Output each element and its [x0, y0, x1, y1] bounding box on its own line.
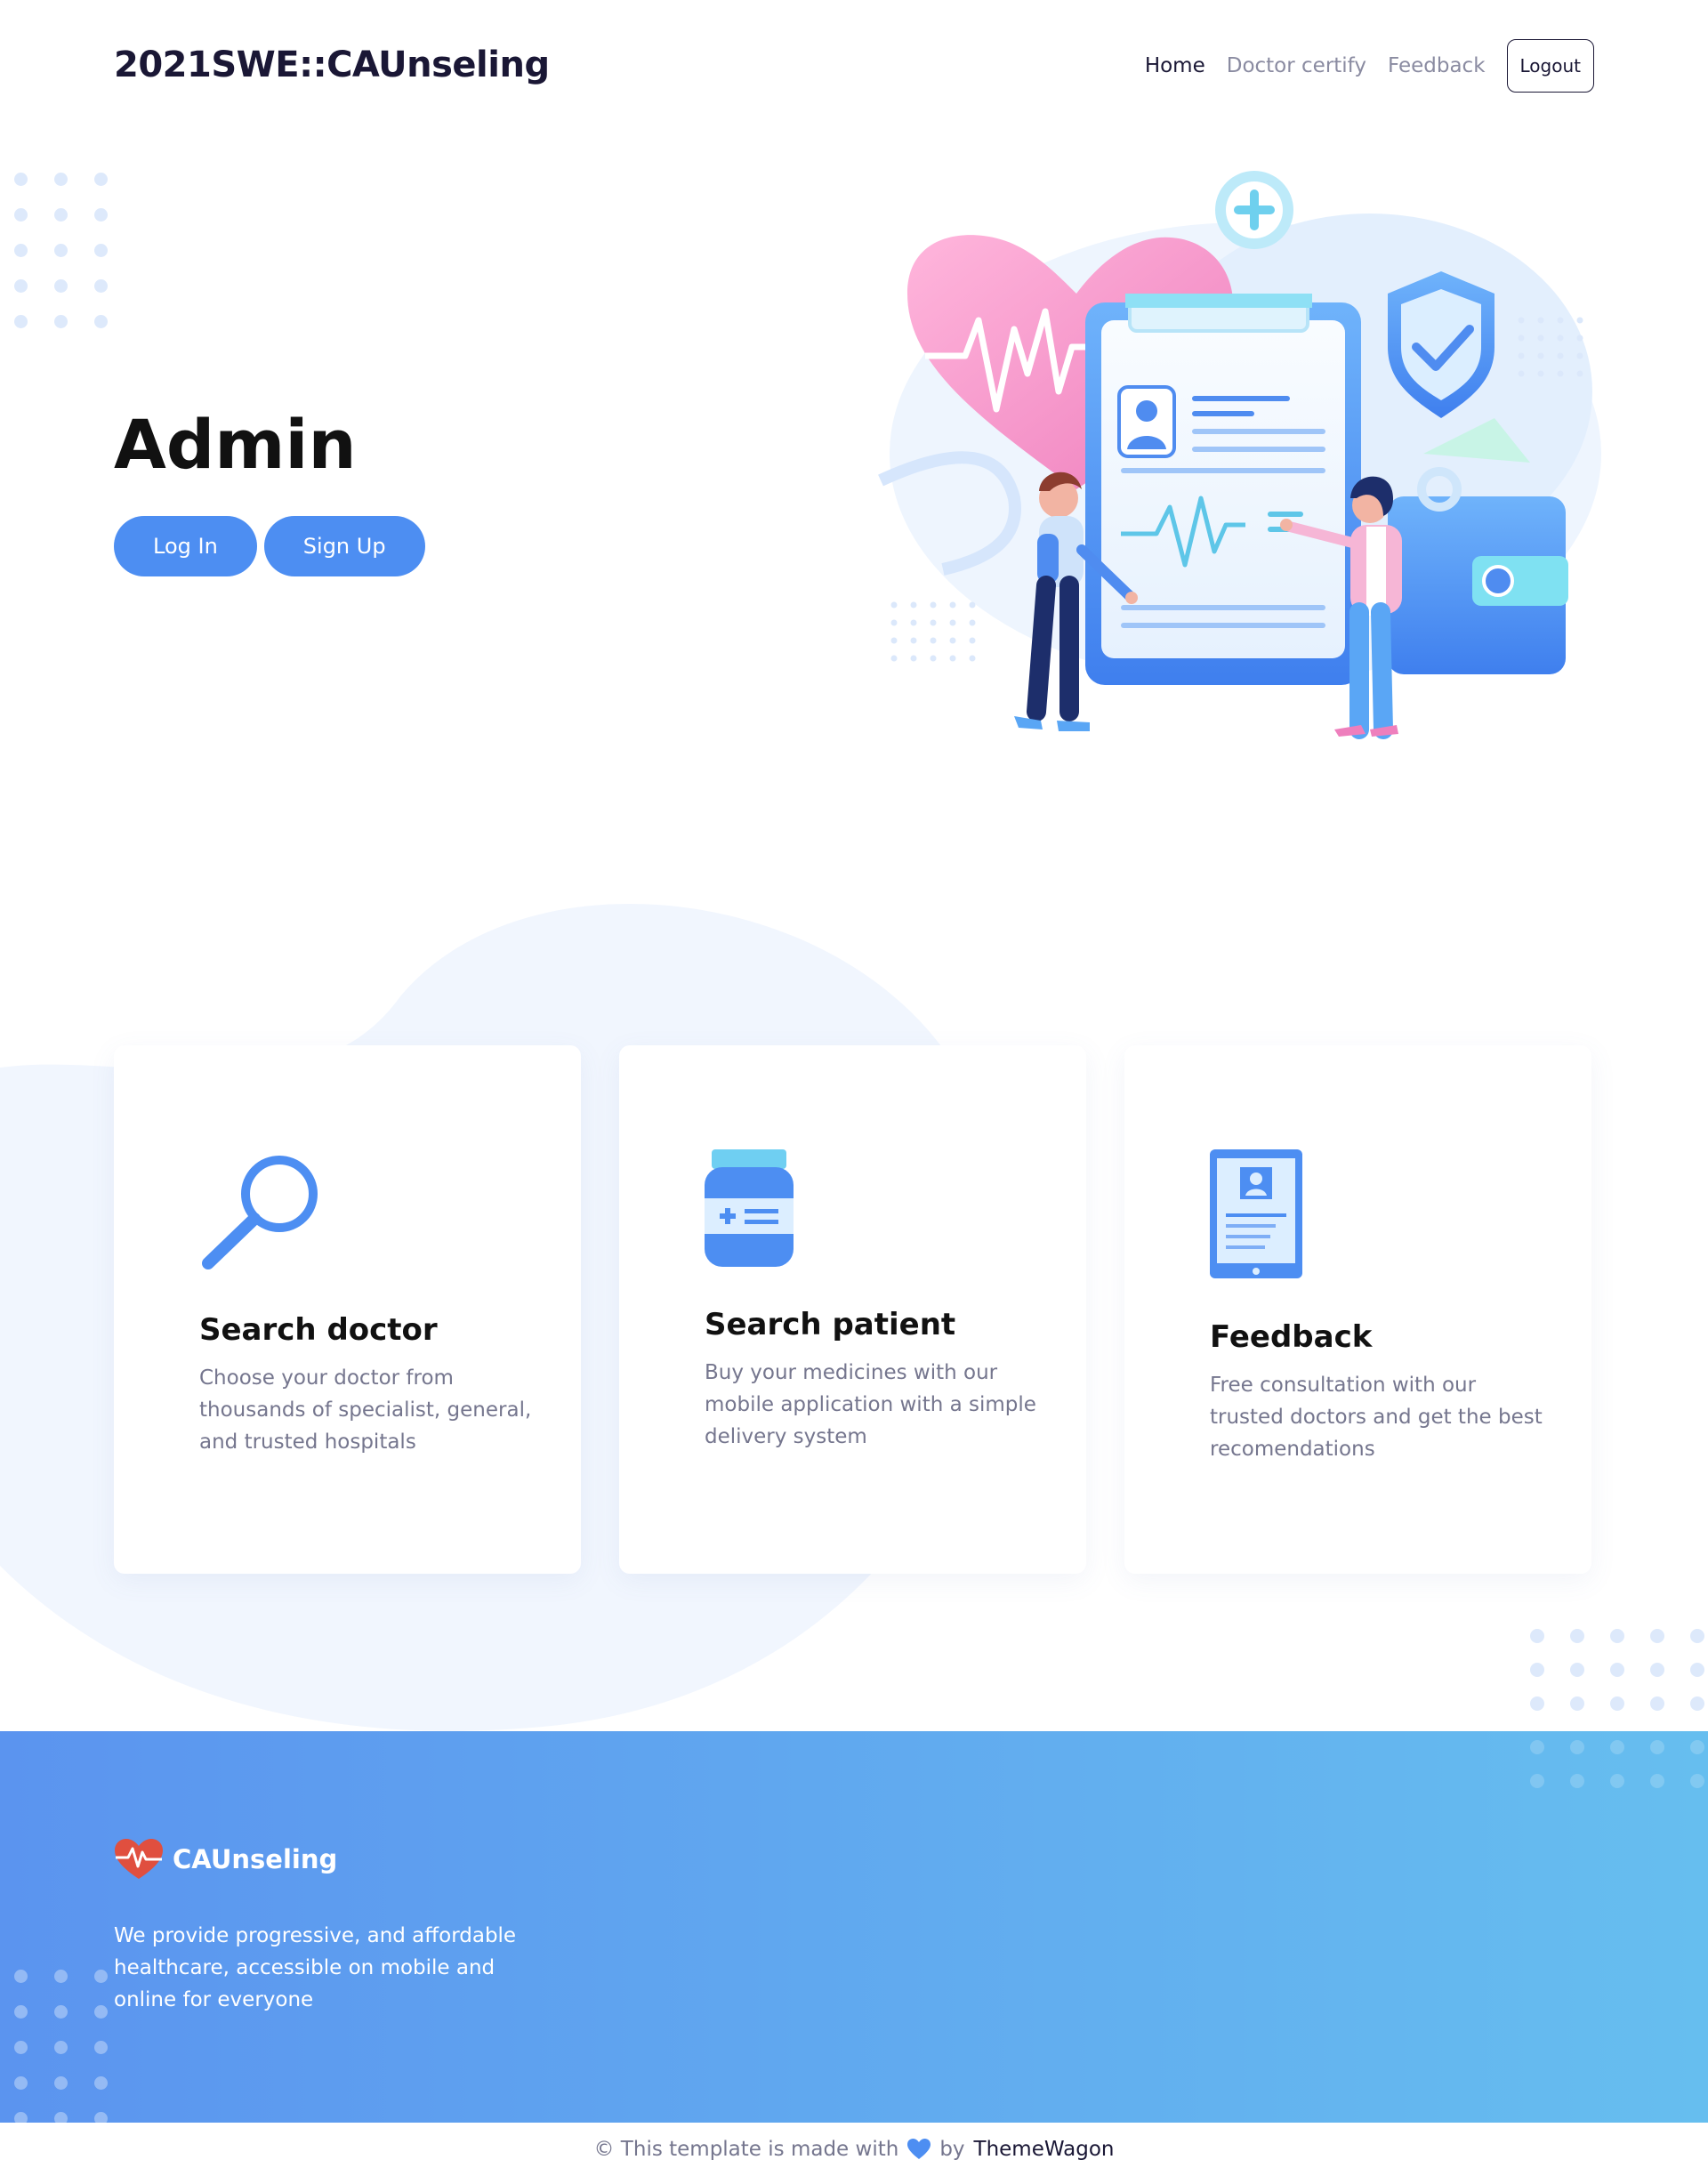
- nav-home[interactable]: Home: [1145, 54, 1205, 77]
- heart-pulse-icon: [115, 1839, 163, 1879]
- page-title: Admin: [114, 405, 357, 484]
- auth-buttons: Log In Sign Up: [114, 516, 425, 576]
- credits-bar: © This template is made with by ThemeWag…: [0, 2123, 1708, 2176]
- decorative-dots-footer-right: [1530, 1740, 1704, 1788]
- decorative-dots-right: [1530, 1629, 1704, 1711]
- card-title: Search patient: [705, 1307, 956, 1342]
- card-feedback[interactable]: Feedback Free consultation with our trus…: [1124, 1045, 1591, 1574]
- card-search-patient[interactable]: Search patient Buy your medicines with o…: [619, 1045, 1086, 1574]
- credit-text: © This template is made with: [593, 2138, 899, 2161]
- footer: CAUnseling We provide progressive, and a…: [0, 1731, 1708, 2123]
- credit-author-link[interactable]: ThemeWagon: [974, 2138, 1115, 2161]
- feature-cards: Search doctor Choose your doctor from th…: [114, 1045, 1591, 1574]
- heart-icon: [907, 2139, 931, 2159]
- medicine-bottle-icon: [705, 1149, 794, 1267]
- logout-button[interactable]: Logout: [1506, 39, 1594, 93]
- card-description: Buy your medicines with our mobile appli…: [705, 1361, 1036, 1448]
- footer-brand[interactable]: CAUnseling: [114, 1838, 337, 1881]
- card-description: Free consultation with our trusted docto…: [1210, 1374, 1543, 1461]
- nav-feedback[interactable]: Feedback: [1388, 54, 1486, 77]
- magnifier-icon: [202, 1156, 318, 1269]
- signup-button[interactable]: Sign Up: [263, 516, 425, 576]
- decorative-dots-footer: [14, 1970, 108, 2123]
- footer-brand-name: CAUnseling: [173, 1844, 338, 1874]
- card-search-doctor[interactable]: Search doctor Choose your doctor from th…: [114, 1045, 581, 1574]
- card-title: Feedback: [1210, 1319, 1373, 1355]
- nav-links: Home Doctor certify Feedback Logout: [1145, 39, 1594, 93]
- decorative-dots-top-left: [14, 173, 108, 328]
- tablet-profile-icon: [1210, 1149, 1302, 1278]
- card-title: Search doctor: [199, 1312, 438, 1348]
- card-description: Choose your doctor from thousands of spe…: [199, 1366, 532, 1454]
- login-button[interactable]: Log In: [114, 516, 257, 576]
- brand-logo[interactable]: 2021SWE::CAUnseling: [114, 44, 550, 85]
- footer-description: We provide progressive, and affordable h…: [114, 1924, 517, 2011]
- top-navbar: 2021SWE::CAUnseling Home Doctor certify …: [0, 0, 1708, 133]
- medical-clipboard-illustration: [878, 171, 1601, 739]
- nav-doctor-certify[interactable]: Doctor certify: [1227, 54, 1366, 77]
- credit-by: by: [939, 2138, 965, 2161]
